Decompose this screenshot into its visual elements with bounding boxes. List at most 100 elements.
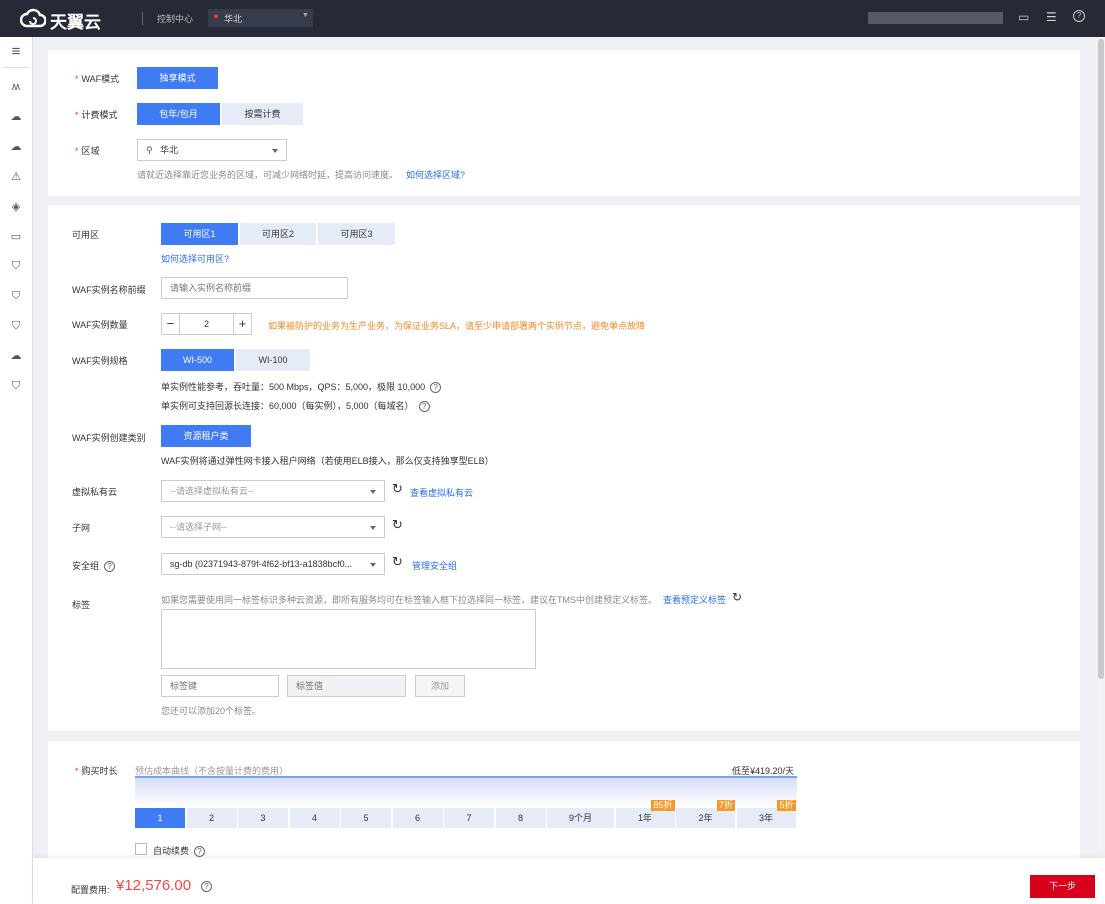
cloud-security-icon[interactable]: ☁ [8,349,24,363]
sg-select[interactable]: sg-db (02371943-879f-4f62-bf13-a1838bcf0… [161,553,385,575]
duration-option[interactable]: 3 [238,808,288,828]
cloud-box-icon[interactable]: ☁ [8,110,24,124]
duration-label: 4 [311,813,317,823]
prefix-input[interactable] [161,277,348,299]
manage-sg-link[interactable]: 管理安全组 [412,559,457,572]
region-label: * 区域 [75,146,100,156]
help-icon[interactable]: ? [104,561,116,572]
waf-mode-dedicated-button[interactable]: 独享模式 [137,67,218,89]
target-icon[interactable]: ◈ [8,200,24,214]
duration-label: 1 [157,813,163,823]
fee-label: 配置费用: [71,885,110,895]
az-label: 可用区 [72,230,100,240]
count-stepper[interactable]: − 2 + [161,313,252,335]
duration-label: 8 [517,813,523,823]
duration-option[interactable]: 1 [135,808,185,828]
duration-option[interactable]: 1年 85折 [615,800,675,828]
region-value: 华北 [224,14,243,24]
settings-icon[interactable]: ☰ [1046,10,1057,24]
add-tag-button[interactable]: 添加 [415,675,465,697]
user-account[interactable] [868,12,1003,24]
billing-mode-label: * 计费模式 [75,110,118,120]
location-pin-icon: ⚲ [146,145,153,155]
minus-icon[interactable]: − [162,314,180,334]
tag-remaining: 您还可以添加20个标签。 [161,706,262,716]
location-pin-icon: ● [213,11,220,22]
shield-lock-icon[interactable]: ⛉ [8,319,24,333]
console-link[interactable]: 控制中心 [157,12,193,25]
discount-badge: 85折 [651,800,675,811]
duration-option[interactable]: 4 [289,808,340,828]
duration-option[interactable]: 7 [444,808,494,828]
tag-value-input[interactable] [287,675,406,697]
duration-label: 9个月 [568,813,592,823]
divider [4,67,29,68]
region-value: 华北 [160,145,179,155]
duration-label: 6 [414,813,420,823]
help-icon[interactable]: ? [194,846,206,857]
shield-alert-icon[interactable]: ⛉ [8,379,24,393]
sidebar: ≡ ʍ ☁ ☁ ⚠ ◈ ▭ ⛉ ⛉ ⛉ ☁ ⛉ [0,37,33,904]
sg-label: 安全组 ? [72,559,116,572]
refresh-icon[interactable]: ↻ [392,554,403,570]
auto-renew-checkbox[interactable] [135,843,147,855]
az-3-button[interactable]: 可用区3 [318,223,395,245]
az-2-button[interactable]: 可用区2 [240,223,316,245]
spec-wi100-button[interactable]: WI-100 [236,349,310,371]
duration-option[interactable]: 3年 5折 [736,800,796,828]
view-predefined-tags-link[interactable]: 查看预定义标签 [663,593,726,606]
duration-label: 5 [363,813,369,823]
refresh-icon[interactable]: ↻ [392,481,403,497]
duration-option[interactable]: 6 [392,808,443,828]
subnet-select[interactable]: --请选择子网-- [161,516,385,538]
refresh-icon[interactable]: ↻ [392,517,403,533]
duration-label: 2 [208,813,214,823]
scrollbar[interactable] [1097,37,1105,858]
region-help-link[interactable]: 如何选择区域? [406,168,465,181]
next-step-button[interactable]: 下一步 [1030,875,1095,898]
duration-option[interactable]: 2年 7折 [676,800,735,828]
menu-icon[interactable]: ≡ [8,44,24,59]
view-vpc-link[interactable]: 查看虚拟私有云 [410,486,473,499]
az-1-button[interactable]: 可用区1 [161,223,238,245]
server-icon[interactable]: ▭ [8,230,24,244]
chevron-down-icon: ▼ [302,12,309,19]
subnet-label: 子网 [72,523,91,533]
cloud-icon[interactable]: ☁ [8,140,24,154]
shield-check-icon[interactable]: ⛉ [8,289,24,303]
message-icon[interactable]: ▭ [1018,10,1029,24]
type-tenant-button[interactable]: 资源租户类 [161,425,251,447]
duration-option[interactable]: 9个月 [547,808,614,828]
billing-yearly-monthly-button[interactable]: 包年/包月 [137,103,220,125]
tag-key-input[interactable] [161,675,279,697]
scrollbar-thumb[interactable] [1098,39,1104,679]
count-value[interactable]: 2 [180,314,233,334]
duration-option[interactable]: 8 [495,808,546,828]
az-help-link[interactable]: 如何选择可用区? [161,252,229,265]
spec-wi500-button[interactable]: WI-500 [161,349,234,371]
shield-icon[interactable]: ⛉ [8,259,24,273]
fee-value: ¥12,576.00 [116,877,192,894]
plus-icon[interactable]: + [233,314,251,334]
type-label: WAF实例创建类别 [72,433,146,443]
help-icon[interactable]: ? [418,401,430,412]
billing-on-demand-button[interactable]: 按需计费 [222,103,303,125]
vpc-select[interactable]: --请选择虚拟私有云-- [161,480,385,502]
spec-connections: 单实例可支持回源长连接：60,000（每实例），5,000（每域名） ? [161,399,430,412]
help-icon[interactable]: ? [1073,10,1085,22]
waf-icon[interactable]: ʍ [8,80,24,94]
discount-badge: 5折 [777,800,796,811]
count-warning: 如果被防护的业务为生产业务，为保证业务SLA，请至少申请部署两个实例节点，避免单… [268,321,646,331]
duration-label: 1年 [637,813,652,823]
region-select[interactable]: ⚲ 华北 [137,139,287,161]
discount-badge: 7折 [716,800,735,811]
help-icon[interactable]: ? [430,382,442,393]
network-icon[interactable]: ⚠ [8,170,24,184]
tag-hint: 如果您需要使用同一标签标识多种云资源，即所有服务均可在标签输入框下拉选择同一标签… [161,595,658,605]
duration-option[interactable]: 2 [186,808,237,828]
brand-name[interactable]: 天翼云 [50,8,101,33]
region-select[interactable]: ● 华北 ▼ [208,9,313,27]
duration-option[interactable]: 5 [341,808,391,828]
help-icon[interactable]: ? [201,881,212,892]
refresh-icon[interactable]: ↻ [732,590,742,604]
